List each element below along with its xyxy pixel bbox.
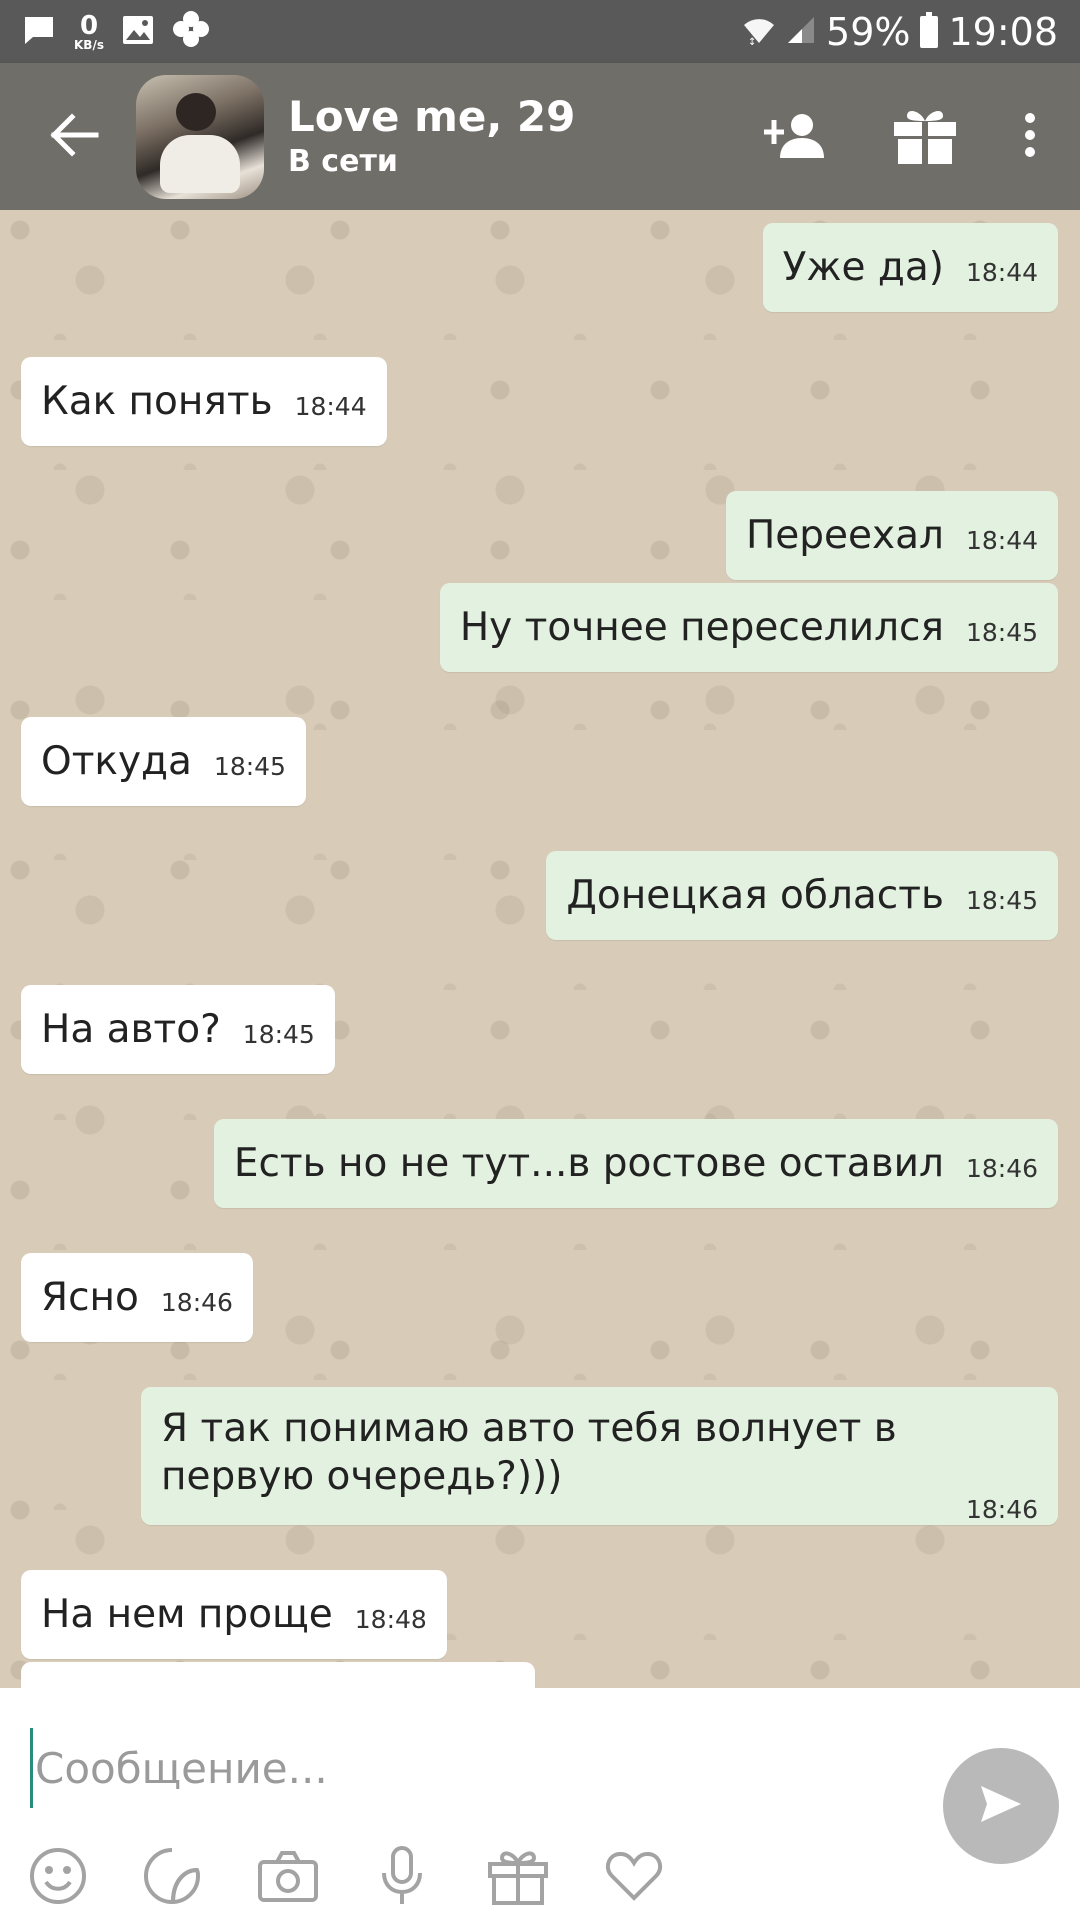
gift-icon: [892, 106, 958, 168]
message-incoming-partial[interactable]: [21, 1662, 535, 1688]
clock: 19:08: [948, 9, 1058, 54]
more-vert-icon: [1024, 112, 1036, 161]
status-bar: 0 KB/s ↕ 59% 19:08: [0, 0, 1080, 63]
gift-send-button[interactable]: [478, 1838, 558, 1918]
battery-percent: 59%: [826, 9, 911, 54]
gift-button[interactable]: [860, 82, 990, 192]
sticker-icon: [142, 1846, 202, 1910]
message-text: Ну точнее переселился: [459, 605, 944, 650]
back-arrow-icon: [50, 112, 100, 161]
message-outgoing[interactable]: Есть но не тут...в ростове оставил 18:46: [213, 1119, 1058, 1208]
message-incoming[interactable]: Откуда 18:45: [21, 717, 306, 806]
message-outgoing[interactable]: Ну точнее переселился 18:45: [439, 583, 1058, 672]
contact-name: Love me, 29: [288, 91, 576, 141]
message-text: Уже да): [782, 245, 944, 290]
header-actions: [730, 82, 1080, 192]
network-speed-unit: KB/s: [74, 37, 104, 52]
camera-button[interactable]: [248, 1838, 328, 1918]
camera-icon: [257, 1850, 319, 1906]
message-incoming[interactable]: На нем проще 18:48: [21, 1570, 447, 1659]
signal-icon: [786, 10, 816, 54]
like-button[interactable]: [594, 1838, 674, 1918]
message-incoming[interactable]: На авто? 18:45: [21, 985, 335, 1074]
emoji-button[interactable]: [18, 1838, 98, 1918]
battery-icon: [920, 11, 939, 48]
message-text: Есть но не тут...в ростове оставил: [233, 1141, 944, 1186]
message-time: 18:45: [213, 752, 286, 781]
status-bar-left: 0 KB/s: [22, 10, 210, 54]
message-outgoing[interactable]: Донецкая область 18:45: [546, 851, 1058, 940]
message-text: Я так понимаю авто тебя волнует в первую…: [161, 1406, 897, 1499]
send-icon: [979, 1784, 1023, 1828]
online-status: В сети: [288, 143, 398, 179]
add-friend-icon: [764, 112, 826, 162]
message-outgoing[interactable]: Уже да) 18:44: [762, 223, 1058, 312]
add-friend-button[interactable]: [730, 82, 860, 192]
message-input[interactable]: [30, 1728, 910, 1808]
message-text: Откуда: [41, 739, 192, 784]
message-outgoing[interactable]: Переехал 18:44: [725, 491, 1058, 580]
message-time: 18:46: [965, 1495, 1038, 1524]
message-text: На нем проще: [41, 1592, 333, 1637]
status-bar-right: ↕ 59% 19:08: [742, 10, 1058, 54]
svg-text:↕: ↕: [748, 37, 756, 45]
message-text: Донецкая область: [566, 873, 944, 918]
more-options-button[interactable]: [990, 82, 1070, 192]
mic-icon: [379, 1845, 425, 1911]
network-speed: 0 KB/s: [74, 13, 104, 51]
message-time: 18:45: [965, 886, 1038, 915]
message-text: Переехал: [745, 513, 944, 558]
sticker-button[interactable]: [132, 1838, 212, 1918]
clover-icon: [172, 10, 210, 54]
message-time: 18:45: [965, 618, 1038, 647]
network-speed-value: 0: [79, 10, 99, 41]
message-time: 18:44: [294, 392, 367, 421]
message-outgoing[interactable]: Я так понимаю авто тебя волнует в первую…: [141, 1387, 1058, 1525]
heart-icon: [605, 1850, 663, 1906]
image-icon: [122, 15, 154, 49]
chat-messages[interactable]: Уже да) 18:44 Как понять 18:44 Переехал …: [0, 210, 1080, 1688]
message-time: 18:46: [160, 1288, 233, 1317]
message-text: Как понять: [41, 379, 273, 424]
chat-title[interactable]: Love me, 29 В сети: [288, 92, 575, 182]
avatar[interactable]: [136, 74, 264, 199]
composer-toolbar: [0, 1838, 1080, 1918]
message-text: На авто?: [41, 1007, 221, 1052]
message-time: 18:45: [242, 1020, 315, 1049]
message-text: Ясно: [41, 1275, 139, 1320]
chat-header: Love me, 29 В сети: [0, 63, 1080, 210]
message-incoming[interactable]: Как понять 18:44: [21, 357, 387, 446]
voice-button[interactable]: [362, 1838, 442, 1918]
smile-icon: [28, 1846, 88, 1910]
gift-icon: [487, 1846, 549, 1910]
message-time: 18:48: [354, 1605, 427, 1634]
back-button[interactable]: [20, 82, 130, 192]
message-time: 18:44: [965, 526, 1038, 555]
message-time: 18:44: [965, 258, 1038, 287]
message-icon: [22, 14, 56, 50]
wifi-icon: ↕: [742, 10, 776, 54]
message-time: 18:46: [965, 1154, 1038, 1183]
message-incoming[interactable]: Ясно 18:46: [21, 1253, 253, 1342]
message-composer: [0, 1688, 1080, 1920]
